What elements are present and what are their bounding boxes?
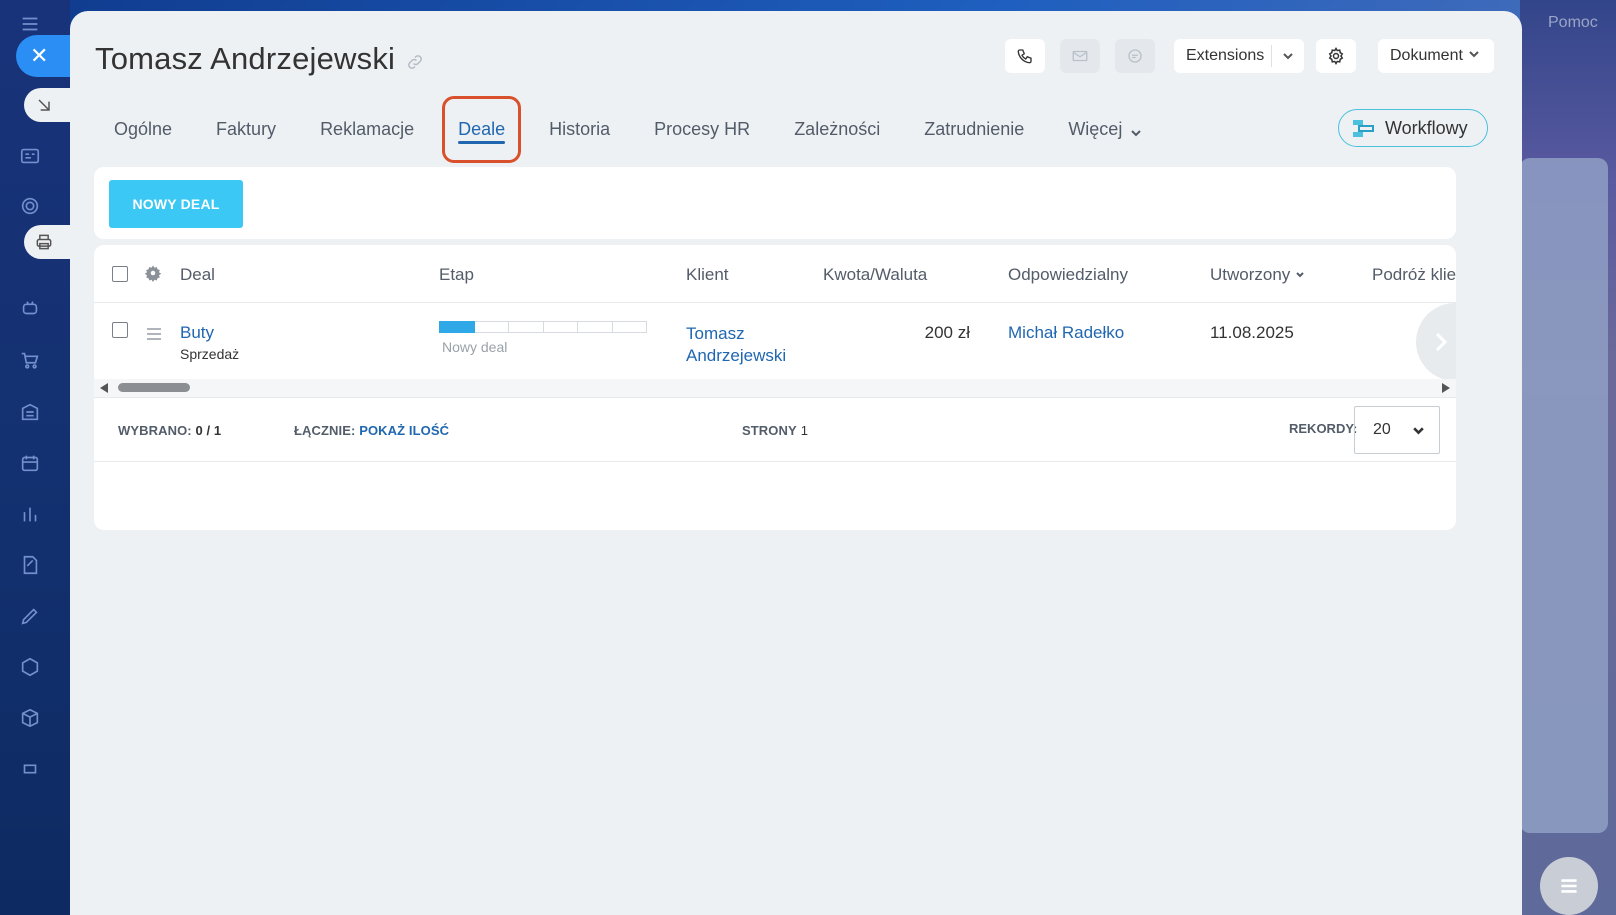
tab-deale[interactable]: Deale [436,96,527,163]
chevron-down-icon [1130,123,1142,137]
table-row: Buty Sprzedaż Nowy deal Tomasz Andrzejew… [94,303,1456,379]
document-dropdown[interactable]: Dokument [1378,39,1494,73]
robot-icon[interactable] [14,292,46,324]
scroll-left-arrow-icon[interactable] [100,383,108,393]
column-settings-gear-icon[interactable] [144,264,162,282]
deal-title-link[interactable]: Buty [180,323,214,343]
workflows-label: Workflowy [1385,117,1468,138]
column-header-stage[interactable]: Etap [439,265,474,285]
row-menu-icon[interactable] [146,327,162,341]
column-header-created[interactable]: Utworzony [1210,265,1305,285]
workflows-button[interactable]: Workflowy [1338,109,1488,147]
deal-amount: 200 zł [924,323,970,342]
tab-faktury[interactable]: Faktury [194,109,298,149]
document-label: Dokument [1390,47,1463,64]
hexagon-icon[interactable] [14,651,46,683]
grid-header: Deal Etap Klient Kwota/Waluta Odpowiedzi… [94,245,1456,303]
deals-grid: Deal Etap Klient Kwota/Waluta Odpowiedzi… [94,245,1456,530]
list-icon [1561,879,1577,893]
highlight-outline [442,96,522,163]
calendar-icon[interactable] [14,447,46,479]
email-button[interactable] [1060,39,1100,73]
side-tab-print[interactable] [24,225,70,259]
cart-icon[interactable] [14,344,46,376]
chevron-down-icon [1413,426,1424,435]
records-per-page-select[interactable]: 20 [1354,406,1440,454]
sort-chevron-icon [1295,265,1305,278]
select-all-checkbox[interactable] [112,266,128,282]
page-number[interactable]: 1 [801,423,808,438]
tab-ogolne[interactable]: Ogólne [92,109,194,149]
settings-button[interactable] [1316,39,1356,73]
deal-type: Sprzedaż [180,346,240,362]
feed-button[interactable] [1540,857,1598,915]
row-checkbox[interactable] [112,322,128,338]
page-title: Tomasz Andrzejewski [95,41,396,76]
stage-name: Nowy deal [442,339,508,355]
tab-procesy-hr[interactable]: Procesy HR [632,109,772,149]
created-date: 11.08.2025 [1210,323,1294,342]
selected-count: WYBRANO: 0 / 1 [118,423,222,438]
cube-icon[interactable] [14,702,46,734]
column-header-amount[interactable]: Kwota/Waluta [823,265,927,285]
tab-reklamacje[interactable]: Reklamacje [298,109,436,149]
column-header-deal[interactable]: Deal [180,265,215,285]
client-link[interactable]: Tomasz Andrzejewski [686,323,816,367]
mail-icon [1072,50,1088,62]
tab-historia[interactable]: Historia [527,109,632,149]
chat-button[interactable] [1115,39,1155,73]
tab-bar: Ogólne Faktury Reklamacje Deale Historia… [92,96,1164,163]
records-label: REKORDY: [1289,421,1358,436]
link-icon[interactable] [406,53,424,71]
contact-slider-panel: Tomasz Andrzejewski Extensions Dokument … [70,11,1522,915]
chevron-down-icon [1272,50,1304,62]
workflow-icon [1353,120,1374,137]
bar-chart-icon[interactable] [14,498,46,530]
background-card [1520,158,1608,833]
pen-icon[interactable] [14,600,46,632]
stage-progress-bar[interactable] [439,321,647,333]
gear-icon [1328,47,1344,65]
document-edit-icon[interactable] [14,549,46,581]
close-icon: ✕ [30,43,49,68]
close-slider-button[interactable]: ✕ [16,35,72,77]
extensions-dropdown[interactable]: Extensions [1174,39,1304,73]
contact-card-icon[interactable] [14,140,46,172]
help-link[interactable]: Pomoc [1548,14,1598,32]
grid-footer: WYBRANO: 0 / 1 ŁĄCZNIE: POKAŻ ILOŚĆ STRO… [94,397,1456,462]
phone-icon [1017,49,1032,64]
pagination: STRONY 1 [742,423,809,438]
arrow-down-right-icon [38,99,50,111]
chevron-down-icon [1468,47,1480,65]
building-icon[interactable] [14,396,46,428]
printer-icon [36,234,52,250]
column-header-client[interactable]: Klient [686,265,729,285]
left-sidebar [0,0,70,915]
chevron-right-icon [1435,332,1448,352]
target-icon[interactable] [14,190,46,222]
show-count-link[interactable]: POKAŻ ILOŚĆ [359,423,449,438]
tab-wiecej[interactable]: Więcej [1046,109,1164,149]
column-header-responsible[interactable]: Odpowiedzialny [1008,265,1128,285]
responsible-link[interactable]: Michał Radełko [1008,323,1124,343]
scrollbar-thumb[interactable] [118,383,190,392]
deals-toolbar: NOWY DEAL [94,167,1456,239]
total-count: ŁĄCZNIE: POKAŻ ILOŚĆ [294,423,450,438]
new-deal-button[interactable]: NOWY DEAL [109,180,243,228]
chat-icon [1128,49,1142,63]
call-button[interactable] [1005,39,1045,73]
side-tab-download[interactable] [24,88,70,122]
tab-zatrudnienie[interactable]: Zatrudnienie [902,109,1046,149]
extensions-label: Extensions [1186,47,1265,64]
horizontal-scrollbar[interactable] [94,379,1456,397]
tab-zaleznosci[interactable]: Zależności [772,109,902,149]
scroll-right-arrow-icon[interactable] [1442,383,1450,393]
column-header-journey[interactable]: Podróż klie [1372,265,1456,285]
ph-icon[interactable] [14,753,46,785]
